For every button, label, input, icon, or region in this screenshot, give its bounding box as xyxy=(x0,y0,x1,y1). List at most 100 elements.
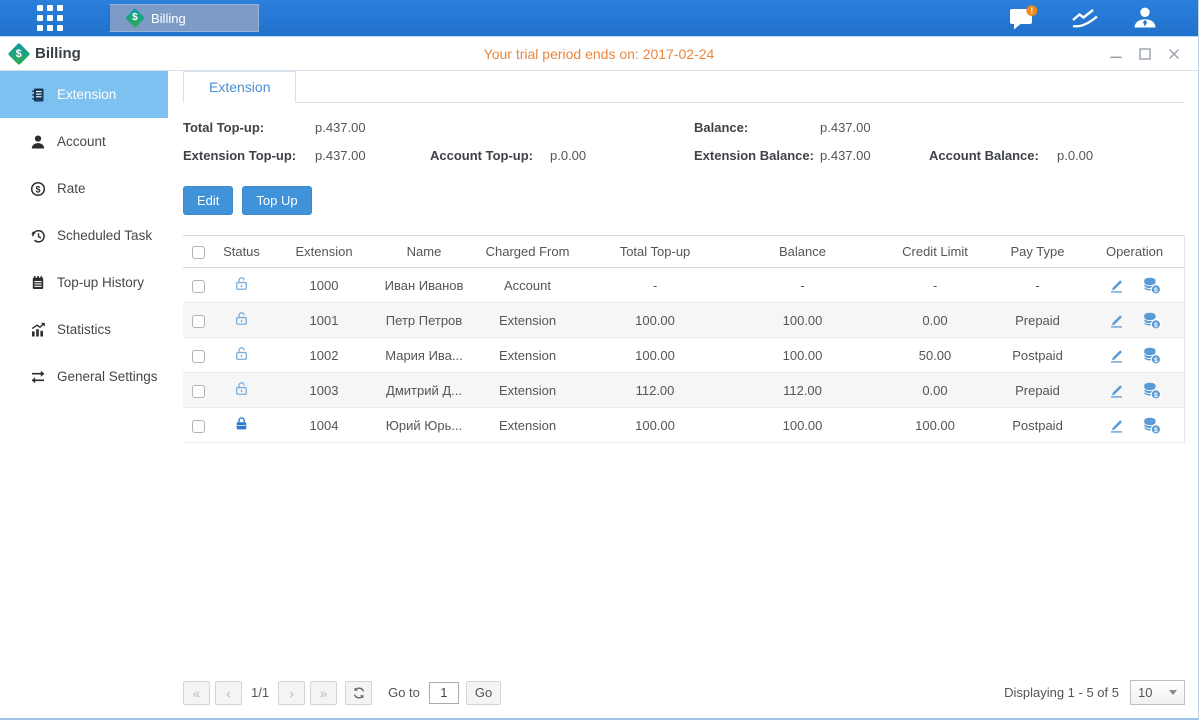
status-lock-icon xyxy=(234,346,249,361)
table-header-row: Status Extension Name Charged From Total… xyxy=(183,235,1184,268)
account-topup-value: p.0.00 xyxy=(550,148,694,163)
topbar-icon-group: ! xyxy=(1008,5,1158,32)
tab-extension[interactable]: Extension xyxy=(183,71,296,103)
page-size-value: 10 xyxy=(1138,685,1152,700)
dollar-circle-icon xyxy=(30,181,46,197)
col-credit-limit: Credit Limit xyxy=(880,244,990,259)
content-tabbar: Extension xyxy=(183,71,1185,103)
extension-balance-label: Extension Balance: xyxy=(694,148,820,163)
extension-topup-value: p.437.00 xyxy=(315,148,430,163)
billing-logo-icon: $ xyxy=(125,8,145,28)
cell-balance: 112.00 xyxy=(725,383,880,398)
extension-balance-value: p.437.00 xyxy=(820,148,929,163)
status-lock-icon xyxy=(234,276,249,291)
action-buttons: Edit Top Up xyxy=(183,186,1185,215)
sidebar-item-rate[interactable]: Rate xyxy=(0,165,168,212)
cell-name: Мария Ива... xyxy=(378,348,470,363)
window-title-text: Billing xyxy=(35,45,81,62)
cell-name: Дмитрий Д... xyxy=(378,383,470,398)
cell-charged-from: Extension xyxy=(470,383,585,398)
sidebar-item-statistics[interactable]: Statistics xyxy=(0,306,168,353)
pagination-bar: « ‹ 1/1 › » Go to Go Displaying 1 - 5 of… xyxy=(183,670,1185,718)
displaying-range: Displaying 1 - 5 of 5 xyxy=(1004,685,1119,700)
sidebar-item-general-settings[interactable]: General Settings xyxy=(0,353,168,400)
cell-charged-from: Extension xyxy=(470,418,585,433)
select-all-checkbox[interactable] xyxy=(192,246,205,259)
status-lock-icon xyxy=(234,311,249,326)
last-page-button[interactable]: » xyxy=(310,681,337,705)
table-row: 1000 Иван Иванов Account - - - - xyxy=(183,268,1184,303)
cell-extension: 1003 xyxy=(270,383,378,398)
top-up-icon[interactable] xyxy=(1142,311,1161,330)
trial-notice: Your trial period ends on: 2017-02-24 xyxy=(0,46,1198,62)
tabbar-filler xyxy=(296,71,1185,103)
sidebar-item-extension[interactable]: Extension xyxy=(0,71,168,118)
edit-icon[interactable] xyxy=(1108,347,1125,364)
edit-icon[interactable] xyxy=(1108,277,1125,294)
cell-extension: 1004 xyxy=(270,418,378,433)
monitor-chart-icon[interactable] xyxy=(1070,6,1100,30)
cell-pay-type: Prepaid xyxy=(990,313,1085,328)
next-page-button[interactable]: › xyxy=(278,681,305,705)
taskbar-tab-label: Billing xyxy=(151,11,186,26)
cell-pay-type: Postpaid xyxy=(990,418,1085,433)
row-checkbox[interactable] xyxy=(192,420,205,433)
cell-extension: 1001 xyxy=(270,313,378,328)
cell-pay-type: Postpaid xyxy=(990,348,1085,363)
messages-icon[interactable]: ! xyxy=(1008,5,1038,32)
table-row: 1001 Петр Петров Extension 100.00 100.00… xyxy=(183,303,1184,338)
sidebar-item-account[interactable]: Account xyxy=(0,118,168,165)
page-size-select[interactable]: 10 xyxy=(1130,680,1185,705)
row-checkbox[interactable] xyxy=(192,280,205,293)
window-controls xyxy=(1108,46,1182,62)
top-up-icon[interactable] xyxy=(1142,381,1161,400)
top-up-icon[interactable] xyxy=(1142,416,1161,435)
cell-charged-from: Extension xyxy=(470,348,585,363)
cell-total-topup: 100.00 xyxy=(585,348,725,363)
maximize-icon[interactable] xyxy=(1137,46,1153,62)
minimize-icon[interactable] xyxy=(1108,46,1124,62)
cell-balance: 100.00 xyxy=(725,418,880,433)
goto-label: Go to xyxy=(388,685,420,700)
cell-total-topup: - xyxy=(585,278,725,293)
goto-page-input[interactable] xyxy=(429,682,459,704)
top-up-icon[interactable] xyxy=(1142,276,1161,295)
taskbar-tab-billing[interactable]: $ Billing xyxy=(109,4,259,32)
row-checkbox[interactable] xyxy=(192,315,205,328)
sidebar-item-label: General Settings xyxy=(57,369,158,384)
refresh-button[interactable] xyxy=(345,681,372,705)
row-checkbox[interactable] xyxy=(192,350,205,363)
sidebar-item-label: Statistics xyxy=(57,322,111,337)
close-icon[interactable] xyxy=(1166,46,1182,62)
col-balance: Balance xyxy=(725,244,880,259)
user-account-icon[interactable] xyxy=(1132,5,1158,31)
cell-balance: 100.00 xyxy=(725,348,880,363)
top-up-button[interactable]: Top Up xyxy=(242,186,311,215)
edit-icon[interactable] xyxy=(1108,312,1125,329)
top-up-icon[interactable] xyxy=(1142,346,1161,365)
edit-icon[interactable] xyxy=(1108,417,1125,434)
cell-credit-limit: 100.00 xyxy=(880,418,990,433)
first-page-button[interactable]: « xyxy=(183,681,210,705)
cell-credit-limit: 0.00 xyxy=(880,313,990,328)
swap-arrows-icon xyxy=(30,369,46,385)
extension-topup-label: Extension Top-up: xyxy=(183,148,315,163)
sidebar-item-scheduled-task[interactable]: Scheduled Task xyxy=(0,212,168,259)
row-checkbox[interactable] xyxy=(192,385,205,398)
clock-history-icon xyxy=(30,228,46,244)
edit-button[interactable]: Edit xyxy=(183,186,233,215)
memo-icon xyxy=(30,275,46,291)
balance-summary: Total Top-up: p.437.00 Balance: p.437.00… xyxy=(183,120,1185,163)
cell-credit-limit: - xyxy=(880,278,990,293)
prev-page-button[interactable]: ‹ xyxy=(215,681,242,705)
cell-extension: 1002 xyxy=(270,348,378,363)
sidebar-item-label: Top-up History xyxy=(57,275,144,290)
cell-total-topup: 100.00 xyxy=(585,418,725,433)
sidebar-item-topup-history[interactable]: Top-up History xyxy=(0,259,168,306)
go-button[interactable]: Go xyxy=(466,681,501,705)
app-grid-icon[interactable] xyxy=(37,5,63,31)
status-lock-icon xyxy=(234,381,249,396)
sidebar-item-label: Scheduled Task xyxy=(57,228,152,243)
edit-icon[interactable] xyxy=(1108,382,1125,399)
journal-icon xyxy=(30,87,46,103)
